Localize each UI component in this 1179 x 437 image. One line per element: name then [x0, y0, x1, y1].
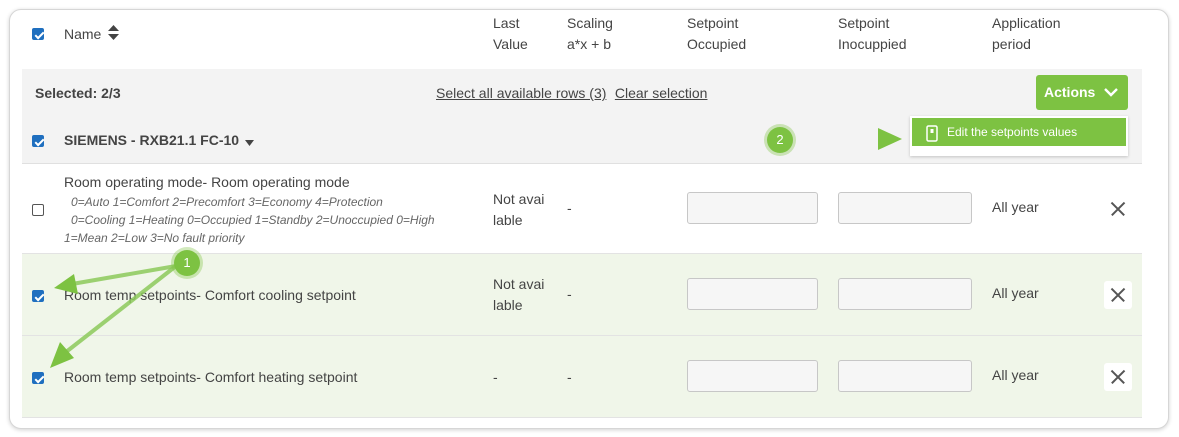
enum-description: 0=Auto 1=Comfort 2=Precomfort 3=Economy … — [64, 195, 435, 245]
selected-count: Selected: 2/3 — [35, 85, 121, 101]
actions-menu: Edit the setpoints values — [910, 116, 1128, 156]
last-value: Not avai lable — [493, 276, 545, 313]
application-period: All year — [992, 285, 1039, 301]
setpoint-occupied-input[interactable] — [687, 192, 818, 224]
column-header-scaling: Scaling a*x + b — [567, 15, 613, 52]
application-period: All year — [992, 199, 1039, 215]
setpoint-unoccupied-input[interactable] — [838, 278, 972, 310]
column-header-last-value: Last Value — [493, 15, 528, 52]
sort-icon[interactable] — [108, 24, 120, 46]
column-header-setpoint-unoccupied: Setpoint Inocuppied — [838, 15, 907, 52]
device-name: SIEMENS - RXB21.1 FC-10 — [64, 132, 240, 148]
actions-label: Actions — [1044, 84, 1096, 100]
caret-down-icon — [244, 133, 254, 149]
scaling-value: - — [567, 286, 572, 302]
setpoint-occupied-input[interactable] — [687, 278, 818, 310]
setpoint-unoccupied-input[interactable] — [838, 360, 972, 392]
last-value: - — [493, 369, 498, 385]
menu-item-edit-setpoints[interactable]: Edit the setpoints values — [912, 118, 1126, 146]
point-name: Room temp setpoints- Comfort heating set… — [64, 369, 358, 385]
clear-selection-link[interactable]: Clear selection — [615, 85, 708, 101]
point-name: Room operating mode- Room operating mode — [64, 174, 350, 190]
device-group-checkbox[interactable] — [32, 135, 44, 147]
actions-button[interactable]: Actions — [1036, 75, 1128, 110]
setpoints-table-card: Name Last Value Scaling a*x + b Setpoint Oc… — [9, 9, 1169, 429]
point-name: Room temp setpoints- Comfort cooling set… — [64, 287, 356, 303]
remove-row-icon[interactable] — [1104, 195, 1132, 223]
row-checkbox[interactable] — [32, 372, 44, 384]
selection-links: Select all available rows (3) Clear sele… — [436, 85, 707, 103]
remove-row-icon[interactable] — [1104, 281, 1132, 309]
column-header-application-period: Application period — [992, 15, 1061, 52]
last-value: Not avai lable — [493, 191, 545, 228]
application-period: All year — [992, 367, 1039, 383]
row-checkbox[interactable] — [32, 290, 44, 302]
remove-row-icon[interactable] — [1104, 363, 1132, 391]
name-header-label: Name — [64, 26, 102, 42]
row-checkbox[interactable] — [32, 204, 44, 216]
scaling-value: - — [567, 200, 572, 216]
scaling-value: - — [567, 369, 572, 385]
setpoint-unoccupied-input[interactable] — [838, 192, 972, 224]
column-header-name[interactable]: Name — [64, 24, 120, 46]
select-all-checkbox[interactable] — [32, 28, 44, 40]
setpoint-occupied-input[interactable] — [687, 360, 818, 392]
device-group-toggle[interactable]: SIEMENS - RXB21.1 FC-10 — [64, 132, 254, 149]
menu-item-label: Edit the setpoints values — [947, 125, 1078, 139]
column-header-setpoint-occupied: Setpoint Occupied — [687, 15, 747, 52]
select-all-rows-link[interactable]: Select all available rows (3) — [436, 85, 606, 101]
step-badge-2: 2 — [767, 127, 793, 153]
remote-control-icon — [926, 124, 938, 152]
step-badge-1: 1 — [174, 250, 200, 276]
